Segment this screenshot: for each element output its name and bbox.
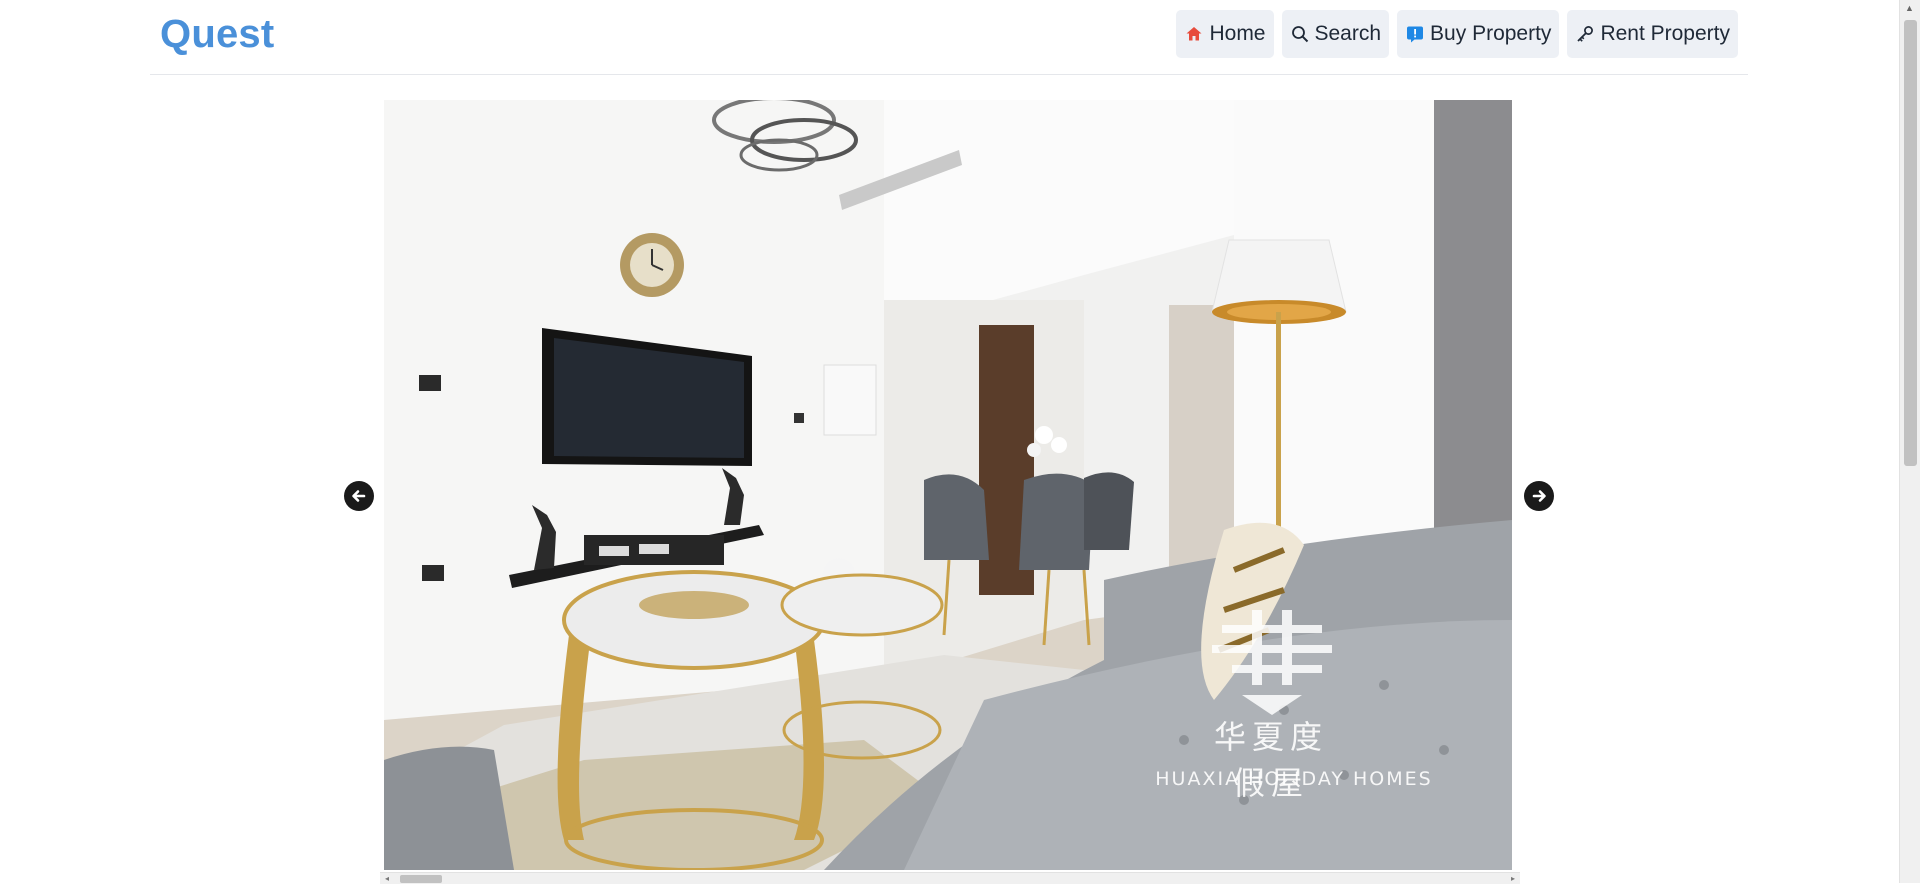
home-icon — [1184, 24, 1204, 44]
carousel-next-button[interactable] — [1524, 481, 1554, 511]
watermark-english: HUAXIA HOLIDAY HOMES — [1155, 768, 1433, 790]
nav-home-button[interactable]: Home — [1176, 10, 1274, 58]
arrow-right-icon — [1532, 490, 1546, 502]
brand-logo[interactable]: Quest — [160, 12, 274, 57]
arrow-left-icon — [352, 490, 366, 502]
site-header: Quest Home Search Buy Property Rent Prop… — [150, 0, 1748, 75]
page-vertical-scrollbar[interactable]: ▲ — [1899, 0, 1920, 883]
nav-search-button[interactable]: Search — [1281, 10, 1390, 58]
carousel-scrollbar-thumb[interactable] — [400, 875, 442, 883]
property-image-carousel[interactable]: 华夏度假屋 HUAXIA HOLIDAY HOMES — [384, 100, 1512, 870]
scroll-up-arrow-icon[interactable]: ▲ — [1905, 3, 1914, 13]
nav-home-label: Home — [1209, 22, 1266, 45]
nav-rent-property-label: Rent Property — [1600, 22, 1730, 45]
scroll-left-arrow-icon[interactable]: ◂ — [385, 874, 389, 883]
search-icon — [1290, 24, 1310, 44]
watermark-chinese: 华夏度假屋 — [1213, 718, 1328, 802]
scroll-right-arrow-icon[interactable]: ▸ — [1511, 874, 1515, 883]
carousel-horizontal-scrollbar[interactable]: ◂ ▸ — [380, 872, 1520, 884]
nav-search-label: Search — [1314, 22, 1382, 45]
nav-buy-property-label: Buy Property — [1430, 22, 1552, 45]
page-scrollbar-thumb[interactable] — [1904, 20, 1917, 466]
key-icon — [1575, 24, 1595, 44]
info-icon — [1405, 24, 1425, 44]
nav-rent-property-button[interactable]: Rent Property — [1567, 10, 1738, 58]
main-nav: Home Search Buy Property Rent Property — [1176, 10, 1738, 58]
nav-buy-property-button[interactable]: Buy Property — [1397, 10, 1560, 58]
carousel-prev-button[interactable] — [344, 481, 374, 511]
